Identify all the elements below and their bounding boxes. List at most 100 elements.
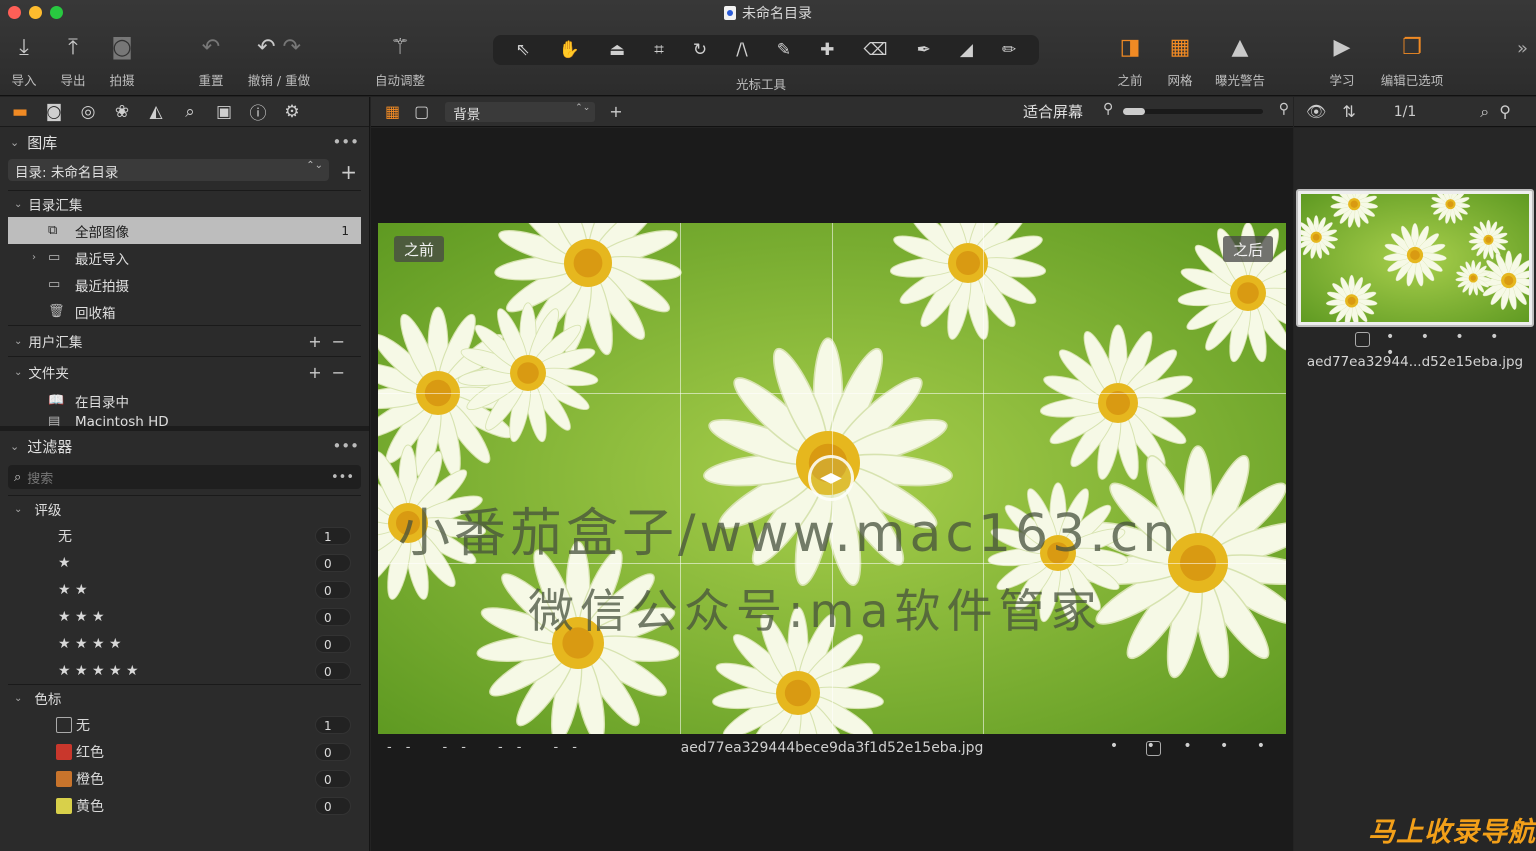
library-item-trash[interactable]: 🗑 回收箱 xyxy=(0,298,369,325)
drive-icon: ▤ xyxy=(48,414,61,426)
window-title: 未命名目录 xyxy=(0,3,1536,23)
pan-tool-icon[interactable]: ✋ xyxy=(559,40,580,60)
color-filter-none[interactable]: 无1 xyxy=(0,711,369,738)
fill-tool-icon[interactable]: ◢ xyxy=(960,40,973,60)
trash-icon: 🗑 xyxy=(48,304,65,319)
library-tab-icon[interactable]: ▬ xyxy=(10,102,30,122)
camera-icon: ◙ xyxy=(111,35,133,60)
rating-filter-4[interactable]: ★ ★ ★ ★ 0 xyxy=(0,630,369,657)
settings-tab-icon[interactable]: ⚙ xyxy=(282,102,302,122)
user-collections-group[interactable]: ⌄ 用户汇集 +− xyxy=(0,326,369,356)
sort-icon[interactable]: ⇅ xyxy=(1342,102,1355,121)
browser-panel: • • • • • aed77ea32944...d52e15eba.jpg xyxy=(1294,128,1536,851)
exposure-warning-button[interactable]: ▲ 曝光警告 xyxy=(1210,34,1270,89)
picker-tool-icon[interactable]: ✒ xyxy=(917,40,931,60)
color-tab-icon[interactable]: ❀ xyxy=(112,102,132,122)
brush-tool-icon[interactable]: ✎ xyxy=(777,40,791,60)
reset-button[interactable]: ↶ 重置 xyxy=(193,34,229,89)
add-remove-icon[interactable]: +− xyxy=(308,332,355,351)
rotate-tool-icon[interactable]: ↻ xyxy=(693,40,707,60)
grid-line xyxy=(680,223,681,734)
auto-adjust-button[interactable]: ⚚ 自动调整 xyxy=(370,34,430,89)
eye-icon[interactable]: 👁 xyxy=(1306,102,1326,121)
library-item-recent-captures[interactable]: ▭ 最近拍摄 xyxy=(0,271,369,298)
zoom-track[interactable] xyxy=(1123,107,1263,115)
adjustments-tab-icon[interactable]: ▣ xyxy=(214,102,234,122)
before-button[interactable]: ◨ 之前 xyxy=(1108,34,1152,89)
filters-header[interactable]: ⌄ 过滤器 ••• xyxy=(0,431,369,461)
metadata-tab-icon[interactable]: ⓘ xyxy=(248,99,268,124)
thumbnail[interactable] xyxy=(1296,189,1534,327)
chevron-down-icon: ⌄ xyxy=(14,366,23,378)
annotate-tool-icon[interactable]: ✏ xyxy=(1002,40,1016,60)
color-tag-group[interactable]: ⌄ 色标 xyxy=(0,685,369,711)
folders-group[interactable]: ⌄ 文件夹 +− xyxy=(0,357,369,387)
rating-dots[interactable]: • • • • • xyxy=(1110,738,1277,754)
zoom-out-icon[interactable]: ⚲ xyxy=(1103,101,1113,117)
rating-group[interactable]: ⌄ 评级 xyxy=(0,496,369,522)
library-item-recent-imports[interactable]: › ▭ 最近导入 xyxy=(0,244,369,271)
folder-in-catalog[interactable]: 📖 在目录中 xyxy=(0,387,369,414)
add-catalog-icon[interactable]: + xyxy=(340,160,357,184)
capture-button[interactable]: ◙ 拍摄 xyxy=(104,34,140,89)
exposure-tab-icon[interactable]: ◭ xyxy=(146,102,166,122)
catalog-collections-group[interactable]: ⌄ 目录汇集 xyxy=(0,191,369,217)
more-chevron-icon[interactable]: » xyxy=(1517,38,1528,59)
rating-filter-2[interactable]: ★ ★ 0 xyxy=(0,576,369,603)
single-view-icon[interactable]: ▢ xyxy=(414,102,429,121)
search-icon[interactable]: ⌕ xyxy=(1480,102,1489,122)
magic-wand-icon: ⚚ xyxy=(390,35,410,60)
zoom-slider[interactable]: ⚲ ⚲ xyxy=(1103,101,1289,117)
reset-icon: ↶ xyxy=(201,35,221,60)
rating-filter-1[interactable]: ★ 0 xyxy=(0,549,369,576)
lens-tab-icon[interactable]: ◎ xyxy=(78,102,98,122)
detail-tab-icon[interactable]: ⌕ xyxy=(180,102,200,122)
variant-select[interactable]: 背景 xyxy=(445,101,596,123)
rating-filter-5[interactable]: ★ ★ ★ ★ ★ 0 xyxy=(0,657,369,684)
search-input[interactable]: ⌕ 搜索 ••• xyxy=(8,465,361,489)
swatch-yellow xyxy=(56,797,72,814)
crop-tool-icon[interactable]: ⌗ xyxy=(654,40,664,60)
chevron-down-icon: ⌄ xyxy=(14,692,23,704)
document-icon xyxy=(724,6,736,20)
swatch-orange xyxy=(56,770,72,787)
fit-screen-button[interactable]: 适合屏幕 xyxy=(1023,101,1083,122)
keystone-tool-icon[interactable]: /\ xyxy=(736,40,747,60)
more-options-icon[interactable]: ••• xyxy=(332,133,359,151)
library-header[interactable]: ⌄ 图库 ••• xyxy=(0,127,369,157)
grid-icon: ▦ xyxy=(1169,35,1191,60)
learn-button[interactable]: ▶ 学习 xyxy=(1320,34,1364,89)
grid-button[interactable]: ▦ 网格 xyxy=(1160,34,1200,89)
import-icon: ⤓ xyxy=(19,35,29,60)
more-options-icon[interactable]: ••• xyxy=(332,437,359,455)
color-filter-orange[interactable]: 橙色 0 xyxy=(0,765,369,792)
catalog-select[interactable]: 目录: 未命名目录 xyxy=(8,159,329,181)
color-filter-yellow[interactable]: 黄色 0 xyxy=(0,792,369,819)
import-button[interactable]: ⤓ 导入 xyxy=(6,34,42,89)
undo-redo-button[interactable]: ↶ ↷ 撤销 / 重做 xyxy=(243,34,315,89)
select-checkbox[interactable] xyxy=(1355,332,1370,347)
search-icon: ⌕ xyxy=(14,469,22,485)
folder-macintosh[interactable]: ▤ Macintosh HD xyxy=(0,414,369,426)
capture-tab-icon[interactable]: ◙ xyxy=(44,102,64,122)
library-item-all-images[interactable]: ⧉ 全部图像 1 xyxy=(8,217,361,244)
photo-preview[interactable]: 之前 之后 ◀▶ 小番茄盒子/www.mac163.cn 微信公众号:ma软件管… xyxy=(378,223,1286,734)
rating-filter-none[interactable]: 无1 xyxy=(0,522,369,549)
zoom-icon[interactable]: ⚲ xyxy=(1499,102,1511,121)
eraser-tool-icon[interactable]: ⌫ xyxy=(863,40,887,60)
heal-tool-icon[interactable]: ✚ xyxy=(820,40,834,60)
color-filter-red[interactable]: 红色 0 xyxy=(0,738,369,765)
multi-view-icon[interactable]: ▦ xyxy=(385,102,400,121)
undo-redo-icon: ↶ ↷ xyxy=(257,35,301,60)
add-variant-icon[interactable]: + xyxy=(609,102,622,121)
rating-filter-3[interactable]: ★ ★ ★ 0 xyxy=(0,603,369,630)
export-button[interactable]: ⤒ 导出 xyxy=(55,34,91,89)
capture-pilot-icon[interactable]: ⏏ xyxy=(609,40,625,60)
zoom-in-icon[interactable]: ⚲ xyxy=(1279,101,1289,117)
edit-selected-button[interactable]: ❐ 编辑已选项 xyxy=(1376,34,1448,89)
chevron-right-icon[interactable]: › xyxy=(32,252,36,263)
more-options-icon[interactable]: ••• xyxy=(331,470,354,485)
add-remove-icon[interactable]: +− xyxy=(308,363,355,382)
select-tool-icon[interactable]: ⇖ xyxy=(516,40,530,60)
export-icon: ⤒ xyxy=(68,35,78,60)
